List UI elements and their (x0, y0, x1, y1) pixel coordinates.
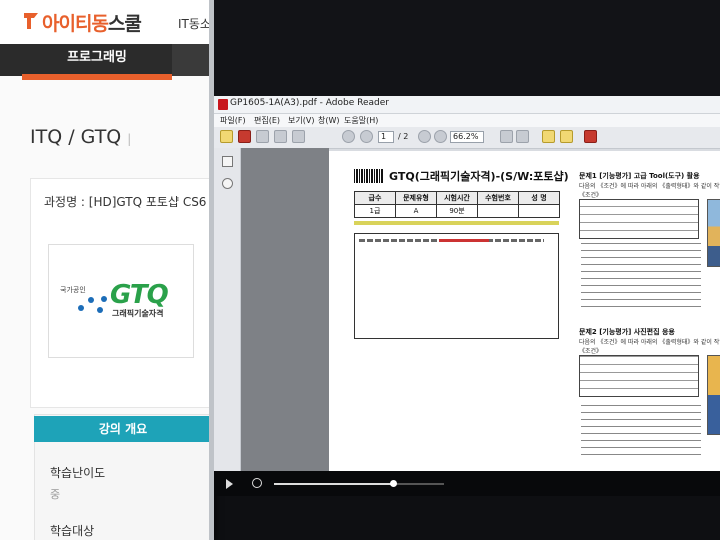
section-1-table (579, 199, 699, 239)
page-title: ITQ / GTQ | (30, 126, 132, 148)
attachment-icon[interactable] (222, 178, 233, 189)
document-background (241, 148, 329, 496)
section-2-instruction: 다음의 《조건》에 따라 아래의 《출력형태》와 같이 작업하시오. (579, 339, 720, 346)
print-icon[interactable] (274, 130, 287, 143)
thumb-subtitle: 그래픽기술자격 (112, 309, 164, 318)
thumb-badge: 국가공인 (60, 286, 86, 294)
email-icon[interactable] (292, 130, 305, 143)
zoom-in-icon[interactable] (434, 130, 447, 143)
table-cell (477, 204, 519, 218)
page-number-input[interactable]: 1 (378, 131, 394, 143)
section-2-output-image (707, 355, 720, 435)
section-1-heading: 문제1 [기능평가] 고급 Tool(도구) 활용 (579, 172, 700, 180)
section-1-instruction: 다음의 《조건》에 따라 아래의 《출력형태》와 같이 작업하시오. (579, 183, 720, 190)
gtq-node-icon (101, 296, 107, 302)
thumb-brand: GTQ (110, 280, 169, 310)
exam-info-table: 급수 문제유형 시험시간 수험번호 성 명 1급 A 90분 (354, 191, 560, 218)
pdf-page: GTQ(그래픽기술자격)-(S/W:포토샵) 급수 문제유형 시험시간 수험번호… (329, 151, 720, 496)
section-2-heading: 문제2 [기능평가] 사진편집 응용 (579, 328, 675, 336)
phone-screen: 아이티동스쿨 IT동소 프로그래밍 ITQ / GTQ | 과정명 : [HD]G… (0, 0, 213, 540)
table-header: 급수 (354, 191, 396, 205)
instructions-box (354, 233, 559, 339)
play-icon[interactable] (226, 479, 233, 489)
section-1-output-image (707, 199, 720, 267)
next-page-icon[interactable] (360, 130, 373, 143)
window-title: GP1605-1A(A3).pdf - Adobe Reader (230, 98, 389, 108)
save-icon[interactable] (256, 130, 269, 143)
table-cell: 90분 (436, 204, 478, 218)
window-titlebar[interactable]: GP1605-1A(A3).pdf - Adobe Reader (214, 96, 720, 114)
overview-title: 강의 개요 (34, 416, 212, 442)
gtq-node-icon (78, 305, 84, 311)
gtq-node-icon (97, 307, 103, 313)
menu-item-next[interactable] (172, 44, 213, 76)
monitor-screen: GP1605-1A(A3).pdf - Adobe Reader 파일(F) 편… (214, 96, 720, 496)
section-1-conditions: 《조건》 (579, 192, 603, 199)
site-header: 아이티동스쿨 IT동소 (0, 0, 213, 44)
gtq-node-icon (88, 297, 94, 303)
course-name: 과정명 : [HD]GTQ 포토샵 CS6 - (44, 195, 213, 209)
difficulty-value: 중 (50, 488, 61, 501)
menu-item-programming[interactable]: 프로그래밍 (22, 44, 172, 74)
section-1-text (581, 243, 701, 313)
video-controls (214, 471, 720, 496)
reader-menubar: 파일(F) 편집(E) 보기(V) 창(W) 도움말(H) (214, 114, 720, 127)
previous-page-icon[interactable] (342, 130, 355, 143)
open-folder-icon[interactable] (220, 130, 233, 143)
table-header: 시험시간 (436, 191, 478, 205)
navigation-pane (214, 148, 241, 496)
menu-edit[interactable]: 편집(E) (254, 115, 280, 126)
divider-bar (354, 221, 559, 225)
barcode-icon (354, 169, 384, 183)
zoom-select[interactable]: 66.2% (450, 131, 484, 143)
menu-file[interactable]: 파일(F) (220, 115, 246, 126)
zoom-out-icon[interactable] (418, 130, 431, 143)
top-nav-item[interactable]: IT동소 (178, 15, 211, 32)
active-menu-indicator (22, 74, 172, 80)
table-cell (518, 204, 560, 218)
seek-progress (274, 483, 393, 485)
pdf-icon (218, 99, 228, 110)
section-2-text (581, 401, 701, 461)
section-2-conditions: 《조건》 (579, 348, 603, 355)
monitor-background (214, 0, 720, 96)
page-total: / 2 (398, 132, 409, 141)
volume-icon[interactable] (252, 478, 262, 488)
doc-title: GTQ(그래픽기술자격)-(S/W:포토샵) (389, 170, 569, 183)
create-pdf-icon[interactable] (238, 130, 251, 143)
seek-handle[interactable] (390, 480, 397, 487)
comment-icon[interactable] (542, 130, 555, 143)
sign-icon[interactable] (560, 130, 573, 143)
page-thumbnails-icon[interactable] (222, 156, 233, 167)
fit-width-icon[interactable] (500, 130, 513, 143)
table-header: 수험번호 (477, 191, 519, 205)
table-header: 문제유형 (395, 191, 437, 205)
table-cell: A (395, 204, 437, 218)
difficulty-label: 학습난이도 (50, 466, 106, 480)
fit-page-icon[interactable] (516, 130, 529, 143)
menu-help[interactable]: 도움말(H) (344, 115, 378, 126)
section-2-table (579, 355, 699, 397)
site-logo[interactable]: 아이티동스쿨 (42, 9, 142, 36)
menu-view[interactable]: 보기(V) (288, 115, 314, 126)
logo-icon (24, 13, 38, 29)
share-icon[interactable] (584, 130, 597, 143)
table-header: 성 명 (518, 191, 560, 205)
menu-window[interactable]: 창(W) (318, 115, 340, 126)
instructions-highlight (439, 239, 489, 242)
table-cell: 1급 (354, 204, 396, 218)
reader-toolbar: 1 / 2 66.2% (214, 127, 720, 149)
target-label: 학습대상 (50, 524, 95, 538)
